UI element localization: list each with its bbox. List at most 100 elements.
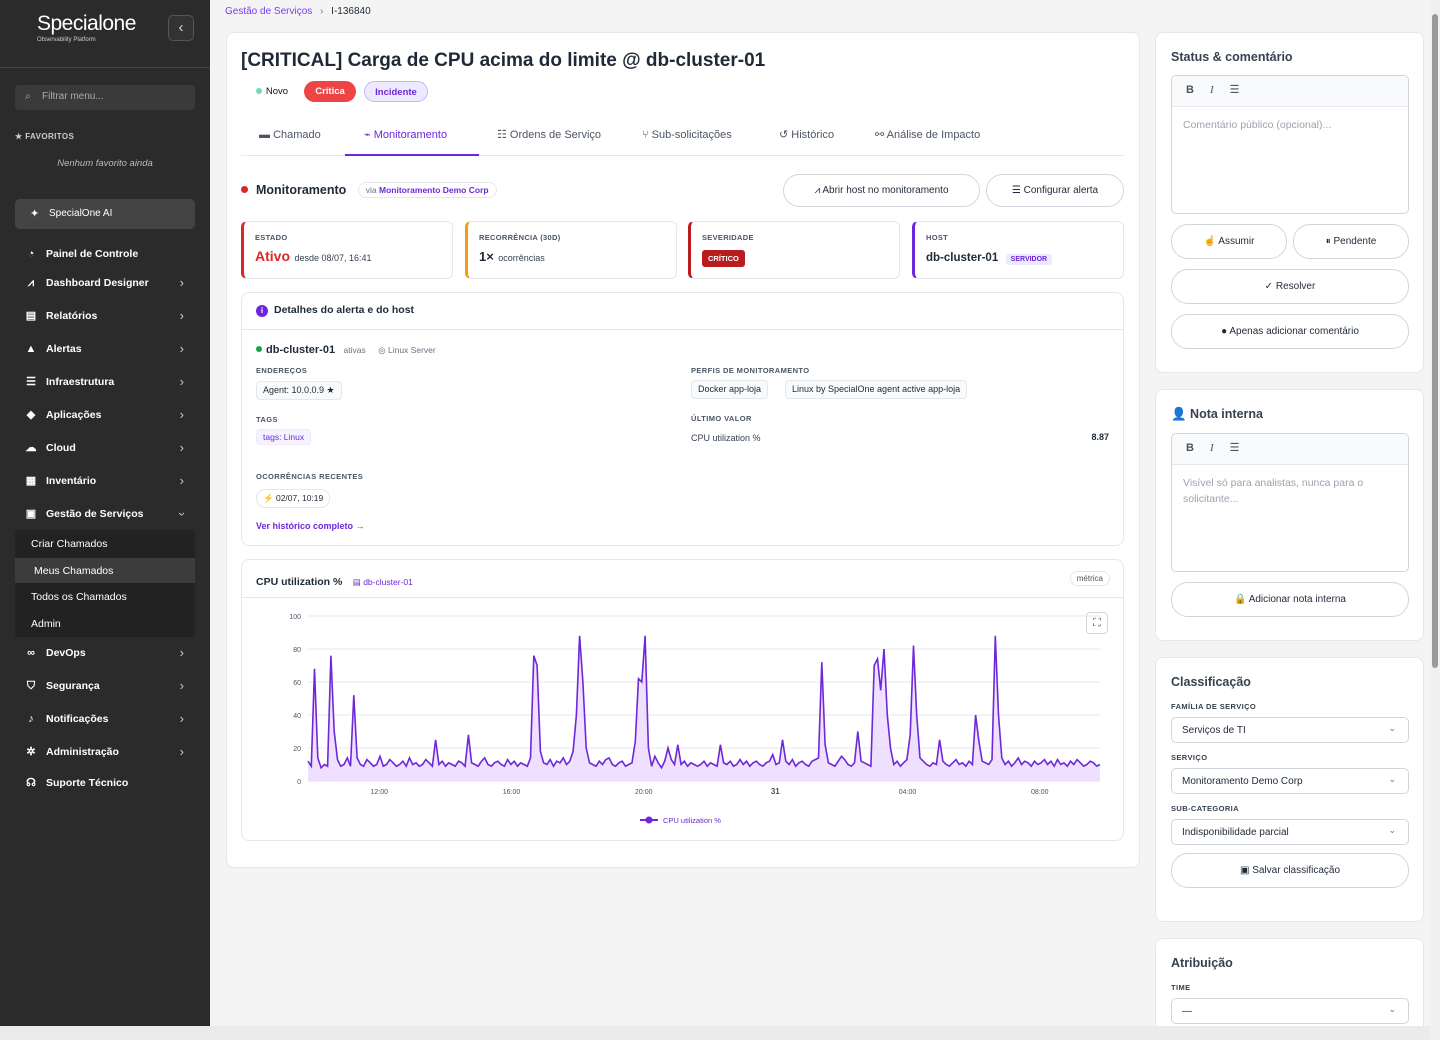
stat-recorrencia: RECORRÊNCIA (30D) 1× ocorrências <box>465 221 677 279</box>
filter-menu-input[interactable]: ⌕ Filtrar menu... <box>15 85 195 110</box>
subcategory-select[interactable]: Indisponibilidade parcial ⌄ <box>1171 819 1409 845</box>
priority-badge: Crítica <box>304 81 356 102</box>
subcategory-label: SUB-CATEGORIA <box>1171 804 1239 813</box>
sidebar-item-inventario[interactable]: ▦ Inventário › <box>24 473 194 489</box>
classification-title: Classificação <box>1171 675 1251 689</box>
list-icon[interactable]: ☰ <box>1230 84 1240 96</box>
submenu-item-todos-chamados[interactable]: Todos os Chamados <box>31 591 127 603</box>
sidebar-item-suporte[interactable]: ☊ Suporte Técnico <box>24 775 194 791</box>
save-classification-button[interactable]: ▣ Salvar classificação <box>1171 853 1409 888</box>
add-comment-button[interactable]: ● Apenas adicionar comentário <box>1171 314 1409 349</box>
italic-icon[interactable]: I <box>1210 442 1214 454</box>
family-label: FAMÍLIA DE SERVIÇO <box>1171 702 1257 711</box>
ticket-icon: ▬ <box>259 129 274 141</box>
sidebar-item-seguranca[interactable]: ⛉ Segurança › <box>24 678 194 694</box>
assume-button[interactable]: ☝ Assumir <box>1171 224 1287 259</box>
scrollbar-thumb[interactable] <box>1432 14 1438 668</box>
occurrence-chip[interactable]: ⚡ 02/07, 10:19 <box>256 489 331 508</box>
sidebar-item-relatorios[interactable]: ▤ Relatórios › <box>24 308 194 324</box>
chevron-down-icon: › <box>174 511 190 517</box>
profile-chip: Docker app-loja <box>691 380 769 399</box>
submenu-item-criar-chamados[interactable]: Criar Chamados <box>31 538 107 550</box>
tab-label: Sub-solicitações <box>651 129 732 141</box>
sidebar-item-label: Segurança <box>46 680 100 692</box>
service-select[interactable]: Monitoramento Demo Corp ⌄ <box>1171 768 1409 794</box>
logo: Specialone Observability Platform ‹ <box>0 0 210 68</box>
alert-dot-icon <box>241 186 248 193</box>
status-badge: Novo <box>249 81 295 102</box>
search-icon: ⌕ <box>25 91 31 102</box>
breadcrumb-separator: › <box>320 6 324 17</box>
sidebar-item-painel[interactable]: ◔ Painel de Controle <box>24 246 194 262</box>
tab-label: Histórico <box>791 129 835 141</box>
sidebar-item-administracao[interactable]: ✲ Administração › <box>24 744 194 760</box>
submenu-item-meus-chamados[interactable]: Meus Chamados <box>34 565 113 577</box>
tab-analise-impacto[interactable]: ⚯ Análise de Impacto <box>875 125 980 155</box>
sidebar-item-gestao-servicos[interactable]: ▣ Gestão de Serviços › <box>24 506 194 522</box>
server-icon: ☰ <box>26 376 36 388</box>
sidebar: Specialone Observability Platform ‹ ⌕ Fi… <box>0 0 210 1026</box>
user-lock-icon: 👤 <box>1171 407 1191 421</box>
history-icon: ↺ <box>779 129 792 141</box>
tab-chamado[interactable]: ▬ Chamado <box>259 125 345 155</box>
breadcrumb: Gestão de Serviços › I-136840 <box>225 6 371 17</box>
submenu-item-admin[interactable]: Admin <box>31 618 61 630</box>
sidebar-item-dashboard-designer[interactable]: ⩘ Dashboard Designer › <box>24 275 194 291</box>
collapse-sidebar-button[interactable]: ‹ <box>168 15 194 41</box>
last-value-label: ÚLTIMO VALOR <box>691 414 752 423</box>
list-icon[interactable]: ☰ <box>1230 442 1240 454</box>
lock-icon: 🔒 <box>1234 594 1249 605</box>
add-internal-note-button[interactable]: 🔒 Adicionar nota interna <box>1171 582 1409 617</box>
tab-ordens-servico[interactable]: ☷ Ordens de Serviço <box>497 125 601 155</box>
cpu-chart-svg: 02040608010012:00 16:00 20:00 31 04:00 08:00 … <box>289 614 1101 825</box>
sidebar-item-label: Dashboard Designer <box>46 277 149 289</box>
sidebar-item-label: Gestão de Serviços <box>46 508 144 520</box>
chevron-right-icon: › <box>179 440 184 455</box>
internal-note-editor[interactable]: B I ☰ Visível só para analistas, nunca par… <box>1171 433 1409 572</box>
specialone-ai-button[interactable]: ✦ SpecialOne AI <box>15 199 195 229</box>
team-select[interactable]: — ⌄ <box>1171 998 1409 1024</box>
history-link[interactable]: Ver histórico completo → <box>256 521 365 531</box>
horizontal-scrollbar[interactable] <box>0 1026 1430 1040</box>
addresses-label: ENDEREÇOS <box>256 366 308 375</box>
linux-icon: ◎ <box>378 345 388 355</box>
tag-chip: tags: Linux <box>256 429 312 445</box>
tab-historico[interactable]: ↺ Histórico <box>779 125 834 155</box>
tab-monitoramento[interactable]: ⌁ Monitoramento <box>345 125 479 156</box>
note-placeholder: Visível só para analistas, nunca para o … <box>1183 477 1364 505</box>
sliders-icon: ☰ <box>1011 185 1024 196</box>
details-host-os: ◎ Linux Server <box>378 345 436 355</box>
family-select[interactable]: Serviços de TI ⌄ <box>1171 717 1409 743</box>
configure-alert-button[interactable]: ☰ Configurar alerta <box>986 174 1124 207</box>
internal-note-card: 👤 Nota interna B I ☰ Visível só para anali… <box>1155 389 1424 641</box>
assignment-title: Atribuição <box>1171 956 1233 970</box>
tab-sub-solicitacoes[interactable]: ⑂ Sub-solicitações <box>642 125 732 155</box>
lightning-icon: ⚡ <box>263 493 274 503</box>
cpu-chart-card: CPU utilization % ▤ db-cluster-01 métric… <box>241 559 1124 841</box>
sidebar-item-devops[interactable]: ∞ DevOps › <box>24 645 194 661</box>
monitoring-title-text: Monitoramento <box>256 183 347 197</box>
bold-icon[interactable]: B <box>1186 442 1194 454</box>
resolve-button[interactable]: ✓ Resolver <box>1171 269 1409 304</box>
star-icon: ★ <box>15 132 26 141</box>
branch-icon: ⑂ <box>642 129 652 141</box>
open-host-button[interactable]: ⩘ Abrir host no monitoramento <box>783 174 980 207</box>
stat-value: 1× <box>479 249 494 264</box>
sidebar-item-alertas[interactable]: ▲ Alertas › <box>24 341 194 357</box>
bold-icon[interactable]: B <box>1186 84 1194 96</box>
sidebar-item-cloud[interactable]: ☁ Cloud › <box>24 440 194 456</box>
sidebar-item-infraestrutura[interactable]: ☰ Infraestrutura › <box>24 374 194 390</box>
sidebar-item-notificacoes[interactable]: ♪ Notificações › <box>24 711 194 727</box>
sidebar-item-aplicacoes[interactable]: ◆ Aplicações › <box>24 407 194 423</box>
cloud-icon: ☁ <box>25 442 37 454</box>
alert-details-card: i Detalhes do alerta e do host db-cluster… <box>241 292 1124 546</box>
breadcrumb-parent-link[interactable]: Gestão de Serviços <box>225 6 312 17</box>
legend-label[interactable]: CPU utilization % <box>663 816 721 825</box>
public-comment-editor[interactable]: B I ☰ Comentário público (opcional)... <box>1171 75 1409 214</box>
pending-button[interactable]: ⏸ Pendente <box>1293 224 1409 259</box>
x-tick-label: 08:00 <box>1031 789 1049 796</box>
chevron-down-icon: ⌄ <box>1388 825 1396 835</box>
italic-icon[interactable]: I <box>1210 84 1214 96</box>
sidebar-item-label: Cloud <box>46 442 76 454</box>
stat-value: db-cluster-01 <box>926 252 999 264</box>
